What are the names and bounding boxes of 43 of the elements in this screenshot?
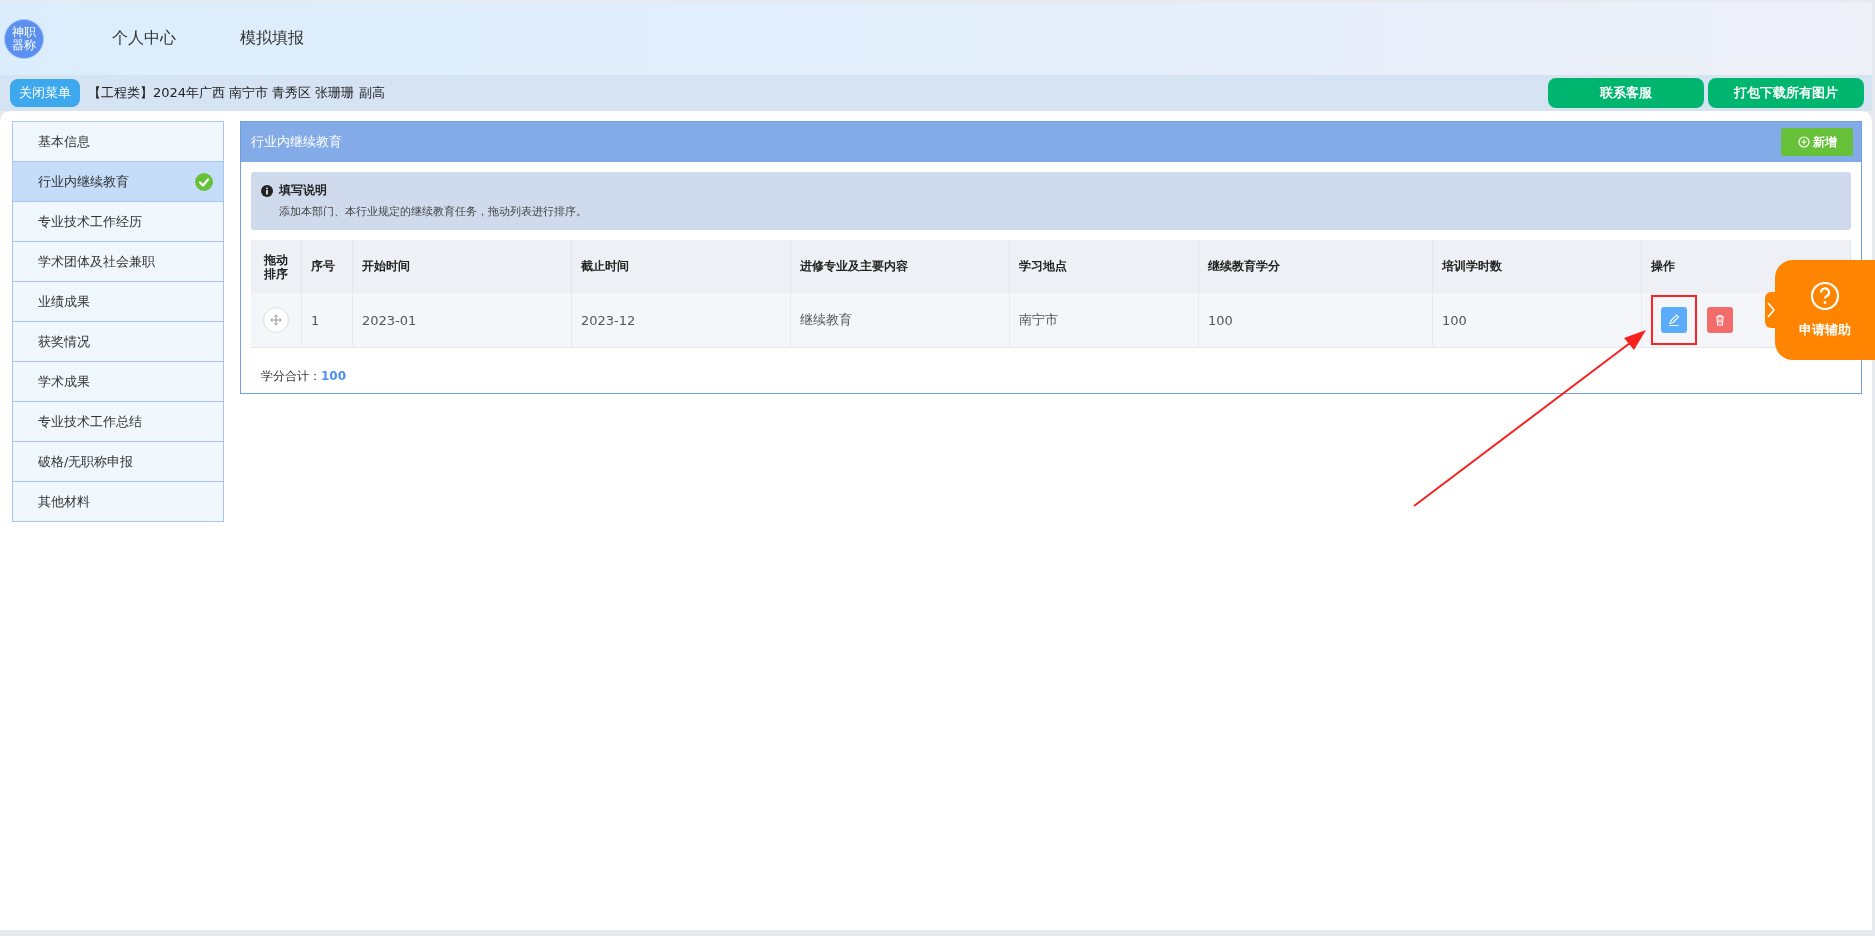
info-icon xyxy=(261,184,273,197)
sidebar-item[interactable]: 学术成果 xyxy=(13,362,223,402)
nav-link[interactable]: 个人中心 xyxy=(112,28,176,49)
sidebar-item[interactable]: 获奖情况 xyxy=(13,322,223,362)
sidebar-item[interactable]: 专业技术工作经历 xyxy=(13,202,223,242)
table-cell: 2023-01 xyxy=(352,293,572,348)
table-cell: 1 xyxy=(301,293,353,348)
sidebar-item[interactable]: 业绩成果 xyxy=(13,282,223,322)
table-cell: 100 xyxy=(1432,293,1642,348)
chevron-right-icon xyxy=(1766,301,1776,319)
sidebar-item[interactable]: 专业技术工作总结 xyxy=(13,402,223,442)
sidebar-item[interactable]: 破格/无职称申报 xyxy=(13,442,223,482)
total-label: 学分合计： xyxy=(261,369,321,383)
sidebar-item[interactable]: 学术团体及社会兼职 xyxy=(13,242,223,282)
sidebar-item[interactable]: 其他材料 xyxy=(13,482,223,522)
table-cell: 继续教育 xyxy=(790,293,1010,348)
column-header: 培训学时数 xyxy=(1432,240,1642,293)
column-header: 截止时间 xyxy=(571,240,791,293)
plus-circle-icon xyxy=(1797,136,1810,148)
edit-button[interactable] xyxy=(1661,307,1687,333)
pencil-icon xyxy=(1667,313,1681,327)
column-header: 开始时间 xyxy=(352,240,572,293)
trash-icon xyxy=(1713,313,1727,327)
instruction-title: 填写说明 xyxy=(279,182,327,199)
column-header: 继续教育学分 xyxy=(1198,240,1433,293)
total-value: 100 xyxy=(321,369,347,383)
delete-button[interactable] xyxy=(1707,307,1733,333)
sidebar-item[interactable]: 基本信息 xyxy=(13,122,223,162)
nav-link[interactable]: 模拟填报 xyxy=(240,28,304,49)
column-header: 学习地点 xyxy=(1009,240,1199,293)
column-header: 拖动排序 xyxy=(251,240,302,293)
applicant-info: 【工程类】2024年广西 南宁市 青秀区 张珊珊 副高 xyxy=(88,84,385,102)
panel-title: 行业内继续教育 xyxy=(251,133,342,151)
column-header: 序号 xyxy=(301,240,353,293)
table-cell: 南宁市 xyxy=(1009,293,1199,348)
instruction-text: 添加本部门、本行业规定的继续教育任务，拖动列表进行排序。 xyxy=(278,204,588,219)
column-header: 进修专业及主要内容 xyxy=(790,240,1010,293)
table-cell: 100 xyxy=(1198,293,1433,348)
logo-badge: 神职器称 xyxy=(4,18,44,59)
table-cell: 2023-12 xyxy=(571,293,791,348)
drag-handle-icon[interactable] xyxy=(263,307,289,333)
sidebar-item[interactable]: 行业内继续教育 xyxy=(13,162,223,202)
question-icon xyxy=(1810,281,1840,311)
